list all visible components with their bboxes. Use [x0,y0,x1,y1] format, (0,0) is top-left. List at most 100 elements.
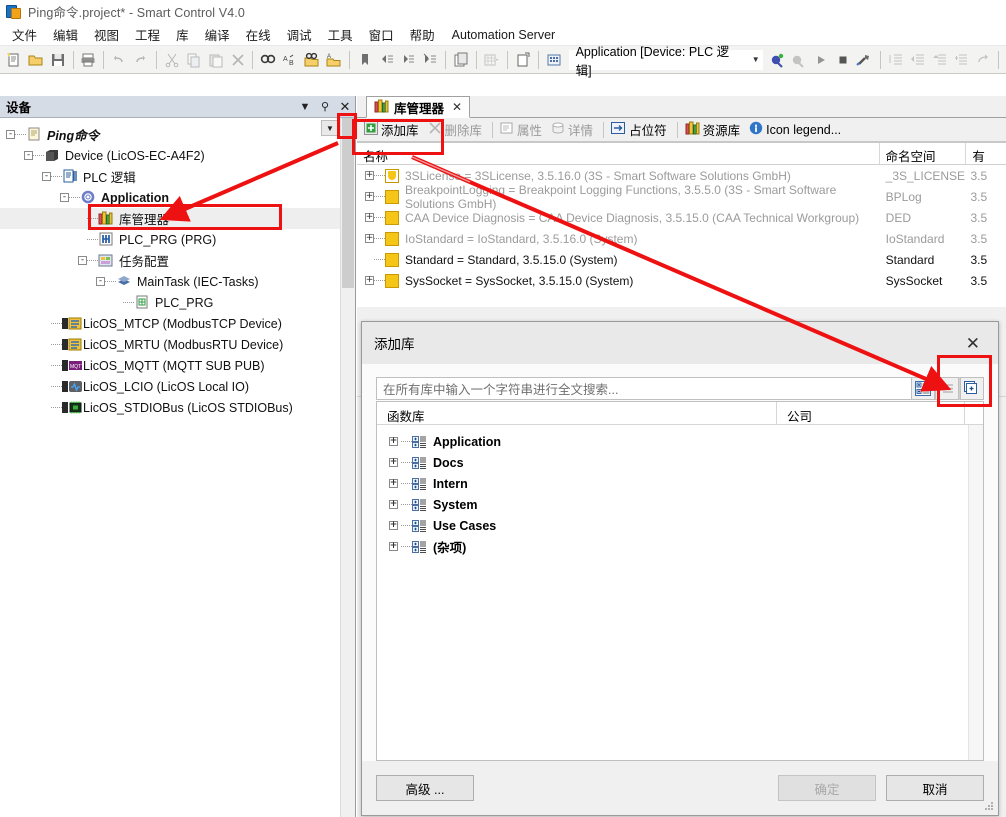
library-repository-button[interactable]: 资源库 [682,119,747,140]
device-tree-item-10[interactable]: LicOS_MRTU (ModbusRTU Device) [0,334,355,355]
device-tree-item-5[interactable]: PLC_PRG (PRG) [0,229,355,250]
tree-expander-icon[interactable]: + [365,192,374,201]
device-tree-item-13[interactable]: LicOS_STDIOBus (LicOS STDIOBus) [0,397,355,418]
clear-bookmark-icon[interactable] [419,49,441,71]
menu-item-file[interactable]: 文件 [4,23,45,46]
grid-icon[interactable] [481,49,503,71]
tree-expander-icon[interactable]: + [365,276,374,285]
table-row[interactable]: +CAA Device Diagnosis = CAA Device Diagn… [357,207,1006,228]
menu-item-project[interactable]: 工程 [127,23,168,46]
close-icon[interactable]: ✕ [335,99,355,115]
device-tree-item-12[interactable]: LicOS_LCIO (LicOS Local IO) [0,376,355,397]
tab-library-manager[interactable]: 库管理器 ✕ [366,96,470,118]
tree-expander-icon[interactable]: + [389,500,398,509]
column-header-namespace[interactable]: 命名空间 [880,143,967,164]
tree-expander-icon[interactable]: - [60,193,69,202]
device-tree-dropdown-button[interactable]: ▼ [321,120,339,136]
device-tree-item-0[interactable]: -Ping命令 [0,124,355,145]
logout-icon[interactable] [789,49,811,71]
advanced-button[interactable]: 高级 ... [376,775,474,801]
replace-icon[interactable]: AB [279,49,301,71]
tree-expander-icon[interactable]: - [6,130,15,139]
dialog-tree-item-0[interactable]: +Application [377,431,983,452]
tree-expander-icon[interactable]: - [78,256,87,265]
dialog-tree-item-4[interactable]: +Use Cases [377,515,983,536]
device-tree-item-1[interactable]: -Device (LicOS-EC-A4F2) [0,145,355,166]
table-row[interactable]: +IoStandard = IoStandard, 3.5.16.0 (Syst… [357,228,1006,249]
device-tree-item-7[interactable]: -MainTask (IEC-Tasks) [0,271,355,292]
properties-button[interactable]: 属性 [497,119,548,140]
replace-in-project-icon[interactable]: A [323,49,345,71]
menu-item-build[interactable]: 编译 [197,23,238,46]
copy-icon[interactable] [183,49,205,71]
dialog-tree-item-1[interactable]: +Docs [377,452,983,473]
tree-expander-icon[interactable]: + [365,234,374,243]
menu-item-debug[interactable]: 调试 [279,23,320,46]
tree-expander-icon[interactable]: - [96,277,105,286]
close-icon[interactable]: ✕ [960,333,986,354]
table-row[interactable]: +SysSocket = SysSocket, 3.5.15.0 (System… [357,270,1006,291]
step-to-cursor-icon[interactable] [950,49,972,71]
dialog-library-tree[interactable]: 函数库 公司 +Application+Docs+Intern+System+U… [376,401,984,761]
step-into-icon[interactable] [885,49,907,71]
scrollbar-thumb[interactable] [342,118,354,288]
device-tree-item-4[interactable]: 库管理器 [0,208,355,229]
placeholder-button[interactable]: 占位符 [608,119,673,140]
find-in-project-icon[interactable] [301,49,323,71]
ok-button[interactable]: 确定 [778,775,876,801]
cancel-button[interactable]: 取消 [886,775,984,801]
tree-expander-icon[interactable]: + [365,213,374,222]
menu-item-tools[interactable]: 工具 [320,23,361,46]
device-tree-scrollbar[interactable] [340,118,355,817]
remove-library-button[interactable]: 删除库 [425,119,489,140]
dialog-column-library[interactable]: 函数库 [377,402,777,424]
open-folder-icon[interactable] [25,49,47,71]
bookmark-icon[interactable] [354,49,376,71]
menu-item-edit[interactable]: 编辑 [45,23,86,46]
tab-close-icon[interactable]: ✕ [452,100,462,114]
print-icon[interactable] [78,49,100,71]
run-icon[interactable] [810,49,832,71]
menu-item-online[interactable]: 在线 [238,23,279,46]
pin-icon[interactable]: ⚲ [315,100,335,113]
tree-expander-icon[interactable]: + [389,479,398,488]
stop-icon[interactable] [832,49,854,71]
tree-expander-icon[interactable]: + [365,171,374,180]
step-out-icon[interactable] [929,49,951,71]
paste-icon[interactable] [205,49,227,71]
tree-expander-icon[interactable]: + [389,437,398,446]
redo-icon[interactable] [130,49,152,71]
table-row[interactable]: Standard = Standard, 3.5.15.0 (System)St… [357,249,1006,270]
undo-icon[interactable] [108,49,130,71]
dialog-tree-scrollbar[interactable] [968,425,983,760]
table-row[interactable]: +BreakpointLogging = Breakpoint Logging … [357,186,1006,207]
device-tree-item-11[interactable]: MQTTLicOS_MQTT (MQTT SUB PUB) [0,355,355,376]
run-to-cursor-icon[interactable] [972,49,994,71]
device-tree-item-2[interactable]: -PLC 逻辑 [0,166,355,187]
search-input[interactable]: 在所有库中输入一个字符串进行全文搜索... [376,377,911,400]
flat-view-icon[interactable] [935,377,959,400]
dialog-tree-item-5[interactable]: +(杂项) [377,536,983,557]
resize-grip[interactable] [984,802,994,812]
dialog-tree-item-3[interactable]: +System [377,494,983,515]
details-button[interactable]: 详情 [548,119,599,140]
menu-item-library[interactable]: 库 [168,23,197,46]
tree-expander-icon[interactable]: + [389,521,398,530]
next-bookmark-icon[interactable] [398,49,420,71]
menu-item-window[interactable]: 窗口 [361,23,402,46]
menu-item-help[interactable]: 帮助 [402,23,443,46]
device-tree-item-3[interactable]: -Application [0,187,355,208]
new-window-icon[interactable] [512,49,534,71]
dialog-tree-item-2[interactable]: +Intern [377,473,983,494]
device-tree-item-6[interactable]: -任务配置 [0,250,355,271]
find-icon[interactable] [257,49,279,71]
column-header-version[interactable]: 有 [966,143,1006,164]
tree-expander-icon[interactable]: - [42,172,51,181]
device-tree-item-9[interactable]: LicOS_MTCP (ModbusTCP Device) [0,313,355,334]
menu-item-view[interactable]: 视图 [86,23,127,46]
column-header-name[interactable]: 名称 [357,143,880,164]
tree-expander-icon[interactable]: + [389,542,398,551]
group-by-category-icon[interactable] [911,377,935,400]
library-repository-dialog-icon[interactable] [960,377,984,400]
tree-expander-icon[interactable]: + [389,458,398,467]
